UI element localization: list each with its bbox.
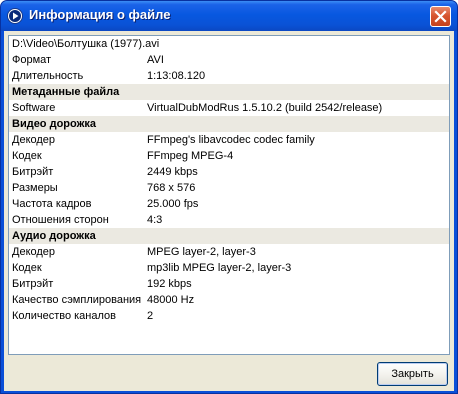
info-label: Битрэйт [12, 278, 54, 290]
info-label: Размеры [12, 182, 58, 194]
file-info-panel[interactable]: D:\Video\Болтушка (1977).avi Формат AVI … [8, 35, 450, 355]
section-header-metadata: Метаданные файла [9, 84, 449, 100]
info-value: MPEG layer-2, layer-3 [147, 246, 256, 258]
info-value: 768 x 576 [147, 182, 196, 194]
close-icon [434, 10, 447, 23]
info-row-audio-channels: Количество каналов 2 [9, 308, 449, 324]
info-value: 48000 Hz [147, 294, 195, 306]
info-value: 1:13:08.120 [147, 70, 206, 82]
section-header-audio: Аудио дорожка [9, 228, 449, 244]
info-value: FFmpeg's libavcodec codec family [147, 134, 315, 146]
info-label: Частота кадров [12, 198, 92, 210]
info-value: VirtualDubModRus 1.5.10.2 (build 2542/re… [147, 102, 383, 114]
info-label: Декодер [12, 134, 56, 146]
info-row-video-dimensions: Размеры 768 x 576 [9, 180, 449, 196]
file-info-window: Информация о файле D:\Video\Болтушка (19… [0, 0, 458, 394]
info-row-video-framerate: Частота кадров 25.000 fps [9, 196, 449, 212]
info-label: Битрэйт [12, 166, 54, 178]
dialog-client-area: D:\Video\Болтушка (1977).avi Формат AVI … [4, 31, 454, 391]
info-label: Длительность [12, 70, 84, 82]
info-label: Декодер [12, 246, 56, 258]
info-row-video-codec: Кодек FFmpeg MPEG-4 [9, 148, 449, 164]
close-button[interactable]: Закрыть [377, 362, 448, 386]
info-label: Отношения сторон [12, 214, 109, 226]
info-row-duration: Длительность 1:13:08.120 [9, 68, 449, 84]
media-play-icon [7, 8, 23, 24]
info-value: FFmpeg MPEG-4 [147, 150, 234, 162]
info-row-audio-decoder: Декодер MPEG layer-2, layer-3 [9, 244, 449, 260]
info-row-video-bitrate: Битрэйт 2449 kbps [9, 164, 449, 180]
info-row-software: Software VirtualDubModRus 1.5.10.2 (buil… [9, 100, 449, 116]
info-value: 4:3 [147, 214, 163, 226]
window-title: Информация о файле [29, 7, 171, 22]
title-bar[interactable]: Информация о файле [1, 1, 457, 31]
window-close-button[interactable] [430, 6, 451, 27]
info-label: Software [12, 102, 56, 114]
info-row-video-aspect: Отношения сторон 4:3 [9, 212, 449, 228]
section-header-video: Видео дорожка [9, 116, 449, 132]
info-label: Количество каналов [12, 310, 116, 322]
info-label: Качество сэмплирования [12, 294, 142, 306]
info-label: Формат [12, 54, 52, 66]
info-value: AVI [147, 54, 164, 66]
info-label: Кодек [12, 150, 42, 162]
info-label: Кодек [12, 262, 42, 274]
info-value: 192 kbps [147, 278, 192, 290]
info-row-format: Формат AVI [9, 52, 449, 68]
info-row-audio-codec: Кодек mp3lib MPEG layer-2, layer-3 [9, 260, 449, 276]
file-path: D:\Video\Болтушка (1977).avi [12, 38, 160, 50]
info-value: 2449 kbps [147, 166, 198, 178]
info-value: 25.000 fps [147, 198, 199, 210]
info-row-audio-samplerate: Качество сэмплирования 48000 Hz [9, 292, 449, 308]
info-row-video-decoder: Декодер FFmpeg's libavcodec codec family [9, 132, 449, 148]
info-value: 2 [147, 310, 154, 322]
info-row-audio-bitrate: Битрэйт 192 kbps [9, 276, 449, 292]
info-value: mp3lib MPEG layer-2, layer-3 [147, 262, 292, 274]
